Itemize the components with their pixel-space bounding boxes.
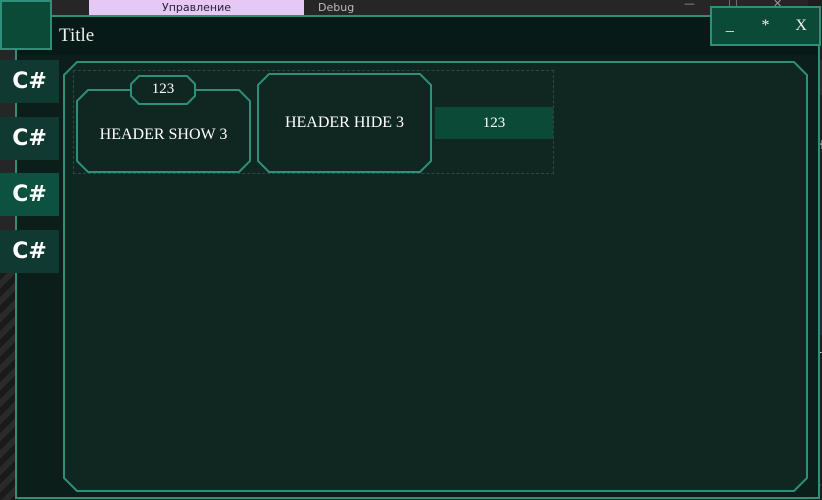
header-show-badge: 123 [130, 75, 196, 105]
background-tab-control[interactable]: Управление [89, 0, 304, 15]
title-bar[interactable]: Title [17, 17, 818, 55]
side-tab-2[interactable]: C# [0, 117, 59, 160]
header-hide-label: HEADER HIDE 3 [284, 114, 405, 131]
header-show-label: HEADER SHOW 3 [99, 126, 228, 143]
header-show-badge-label: 123 [151, 81, 175, 97]
minimize-button[interactable]: _ [712, 8, 748, 44]
app-icon[interactable] [0, 0, 52, 50]
window-title: Title [59, 25, 95, 46]
header-hide-card[interactable]: HEADER HIDE 3 [257, 73, 432, 173]
background-tab-debug[interactable]: Debug [318, 0, 378, 15]
background-minimize-icon[interactable]: — [684, 0, 695, 10]
value-box: 123 [435, 107, 553, 139]
window-controls: _ * X [710, 6, 821, 46]
side-tab-4[interactable]: C# [0, 230, 59, 273]
side-tab-1[interactable]: C# [0, 60, 59, 103]
maximize-button[interactable]: * [748, 8, 784, 44]
close-button[interactable]: X [783, 8, 819, 44]
side-tab-3[interactable]: C# [0, 173, 59, 216]
